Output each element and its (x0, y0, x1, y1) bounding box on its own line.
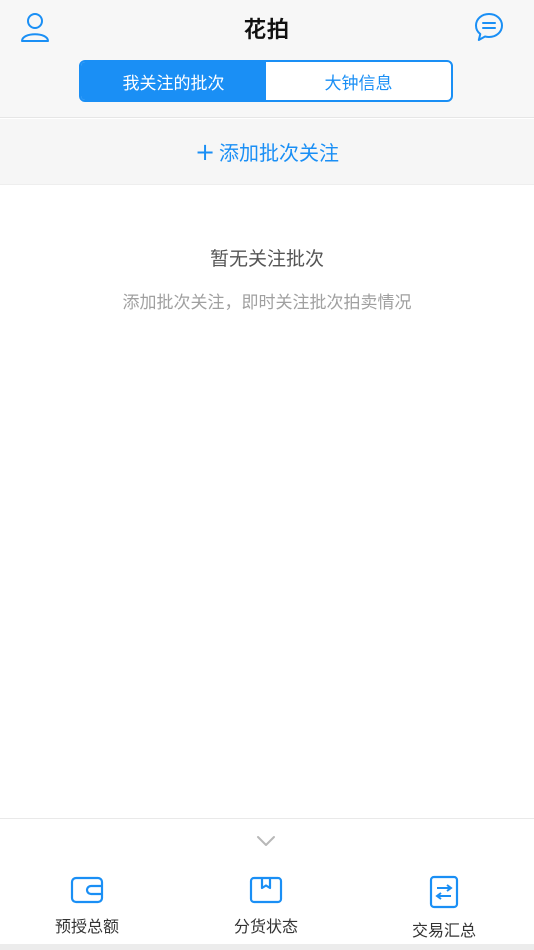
exchange-icon (429, 875, 459, 909)
add-batch-follow-label: 添加批次关注 (219, 141, 340, 165)
bottom-divider (0, 944, 534, 950)
empty-state-subtitle: 添加批次关注，即时关注批次拍卖情况 (122, 293, 412, 313)
page-title: 花拍 (243, 18, 290, 43)
nav-label: 交易汇总 (411, 921, 476, 940)
nav-trade-summary[interactable]: 交易汇总 (384, 875, 504, 941)
bottom-nav: 预授总额 分货状态 交易汇总 (0, 818, 534, 950)
nav-label: 预授总额 (54, 917, 119, 936)
message-button[interactable] (472, 10, 506, 44)
tab-clock-info[interactable]: 大钟信息 (266, 62, 451, 100)
top-header: 花拍 我关注的批次 大钟信息 (0, 0, 534, 118)
tab-my-followed-batches[interactable]: 我关注的批次 (81, 62, 266, 100)
plus-icon: + (194, 137, 216, 166)
message-icon (475, 13, 503, 41)
segment-control: 我关注的批次 大钟信息 (79, 60, 453, 102)
empty-state-title: 暂无关注批次 (209, 248, 324, 270)
box-icon (249, 876, 283, 904)
nav-label: 分货状态 (233, 917, 298, 936)
chevron-down-icon[interactable] (255, 833, 277, 849)
app-root: 花拍 我关注的批次 大钟信息 + 添加批次关注 暂无关注批次 添加批次关注，即时… (0, 0, 534, 950)
nav-allocation-status[interactable]: 分货状态 (206, 875, 326, 937)
add-batch-follow-button[interactable]: + 添加批次关注 (0, 119, 534, 185)
nav-preauth-total[interactable]: 预授总额 (27, 875, 147, 937)
wallet-icon (70, 876, 104, 904)
